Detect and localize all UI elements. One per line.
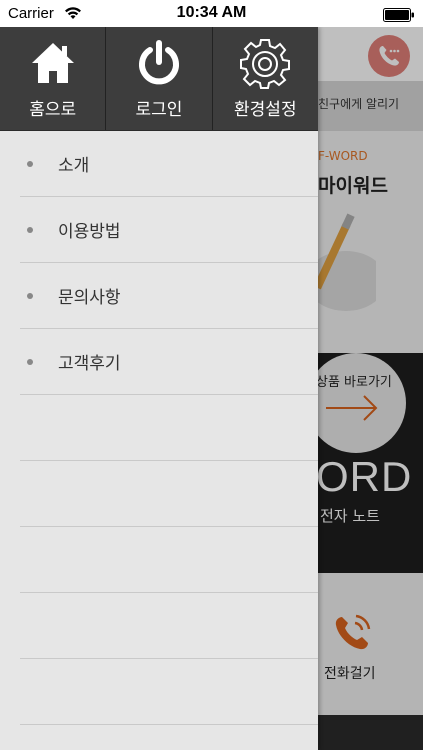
menu-item-reviews[interactable]: 고객후기 <box>20 329 318 395</box>
bullet-icon <box>27 293 33 299</box>
home-icon <box>30 37 76 89</box>
menu-item-how-to-use[interactable]: 이용방법 <box>20 197 318 263</box>
invite-friends-bar[interactable]: 친구에게 알리기 <box>316 81 423 131</box>
bullet-icon <box>27 227 33 233</box>
product-banner[interactable]: F-WORD 마이워드 <box>316 131 423 353</box>
status-bar: Carrier 10:34 AM <box>0 0 423 27</box>
settings-label: 환경설정 <box>234 100 297 120</box>
menu-empty-row <box>20 395 318 461</box>
arrow-right-icon <box>326 395 378 421</box>
clock: 10:34 AM <box>176 4 247 21</box>
drawer-top-bar: 홈으로 로그인 환경설정 <box>0 27 318 131</box>
product-link-label: 상품 바로가기 <box>316 375 392 390</box>
phone-icon <box>335 614 371 650</box>
brand-small-label: F-WORD <box>318 149 368 163</box>
bullet-icon <box>27 161 33 167</box>
login-label: 로그인 <box>135 100 183 120</box>
menu-empty-row <box>20 461 318 527</box>
settings-button[interactable]: 환경설정 <box>213 27 318 130</box>
login-button[interactable]: 로그인 <box>106 27 213 130</box>
gear-icon <box>239 37 291 89</box>
menu-item-label: 문의사항 <box>58 288 121 308</box>
phone-more-icon <box>379 46 400 66</box>
menu-item-label: 이용방법 <box>58 222 121 242</box>
menu-item-inquiries[interactable]: 문의사항 <box>20 263 318 329</box>
drawer-menu: 소개 이용방법 문의사항 고객후기 <box>0 131 318 725</box>
ebook-label: 전자 노트 <box>320 507 380 525</box>
ebook-banner[interactable]: 상품 바로가기 ORD 전자 노트 <box>316 353 423 573</box>
menu-item-label: 고객후기 <box>58 354 121 374</box>
bullet-icon <box>27 359 33 365</box>
battery-icon <box>383 7 415 22</box>
brand-wordmark: ORD <box>316 453 413 500</box>
menu-item-label: 소개 <box>58 156 90 176</box>
pen-illustration <box>316 213 376 311</box>
power-icon <box>136 37 182 89</box>
menu-empty-row <box>20 659 318 725</box>
call-button[interactable] <box>368 35 410 77</box>
menu-item-intro[interactable]: 소개 <box>20 131 318 197</box>
brand-title: 마이워드 <box>318 175 388 197</box>
side-drawer: 홈으로 로그인 환경설정 소개 이용방법 문의사항 고객후기 <box>0 27 318 750</box>
menu-empty-row <box>20 593 318 659</box>
home-button[interactable]: 홈으로 <box>0 27 107 130</box>
background-footer: 5) <box>316 715 423 750</box>
invite-friends-label: 친구에게 알리기 <box>318 97 400 111</box>
menu-empty-row <box>20 527 318 593</box>
call-section[interactable]: 전화걸기 <box>316 573 423 715</box>
call-label: 전화걸기 <box>324 666 376 682</box>
home-label: 홈으로 <box>29 100 77 120</box>
